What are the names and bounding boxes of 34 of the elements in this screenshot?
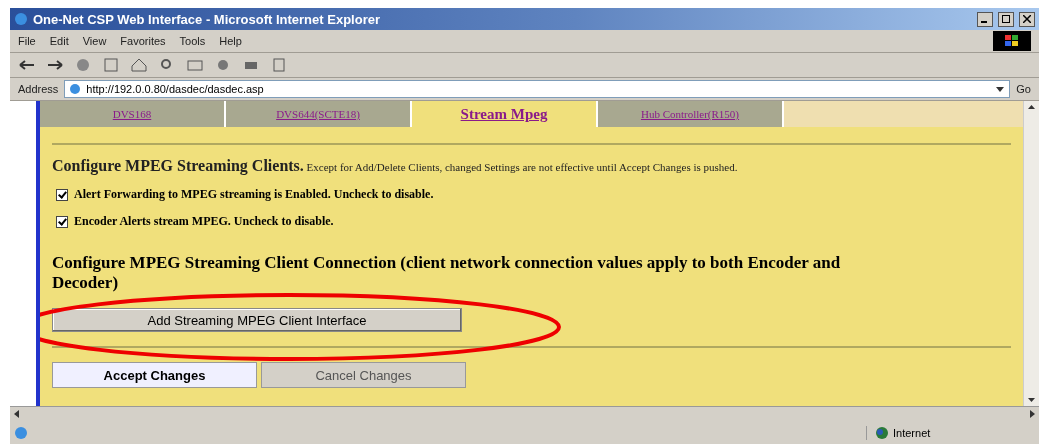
menu-item[interactable]: View — [82, 35, 107, 47]
section-heading: Configure MPEG Streaming Client Connection (client network connection values apply to both Encoder and Decoder) — [52, 253, 842, 293]
address-field[interactable]: http://192.0.0.80/dasdec/dasdec.asp — [64, 80, 1011, 98]
action-button[interactable]: Cancel Changes — [261, 362, 466, 389]
url-text: http://192.0.0.80/dasdec/dasdec.asp — [86, 83, 264, 95]
checkbox-label: Alert Forwarding to MPEG streaming is Enabled. Uncheck to disable. — [74, 187, 434, 202]
maximize-button[interactable] — [998, 11, 1014, 27]
go-button[interactable]: Go — [1016, 83, 1031, 95]
back-arrow-icon[interactable] — [18, 57, 36, 73]
checkbox[interactable] — [56, 215, 68, 228]
windows-logo-icon — [993, 31, 1031, 51]
forward-arrow-icon[interactable] — [46, 57, 64, 73]
address-label: Address — [18, 83, 59, 95]
window-title: One-Net CSP Web Interface - Microsoft Internet Explorer — [33, 11, 381, 27]
menu-item[interactable]: Favorites — [120, 35, 166, 47]
menu-item[interactable]: Edit — [49, 35, 69, 47]
menu-item[interactable]: Help — [219, 35, 242, 47]
home-icon[interactable] — [130, 57, 148, 73]
maximize-icon — [1002, 15, 1010, 23]
zone-text: Internet — [893, 427, 931, 439]
checkbox[interactable] — [56, 188, 68, 201]
horizontal-scrollbar[interactable] — [10, 406, 1039, 422]
globe-icon — [875, 426, 889, 440]
vertical-scrollbar[interactable] — [1023, 101, 1039, 406]
close-button[interactable] — [1019, 11, 1035, 27]
menu-item[interactable]: Tools — [179, 35, 206, 47]
action-button[interactable]: Accept Changes — [52, 362, 257, 389]
checkbox-label: Encoder Alerts stream MPEG. Uncheck to disable. — [74, 214, 334, 229]
add-client-button[interactable]: Add Streaming MPEG Client Interface — [52, 308, 462, 333]
close-icon — [1023, 15, 1031, 23]
minimize-button[interactable] — [977, 11, 993, 27]
section-description: Configure MPEG Streaming Clients. Except for Add/Delete Clients, changed Settings are not effective until Accept Changes is pushed. — [52, 157, 739, 175]
tab[interactable]: Stream Mpeg — [412, 101, 598, 127]
menu-item[interactable]: File — [18, 35, 36, 47]
